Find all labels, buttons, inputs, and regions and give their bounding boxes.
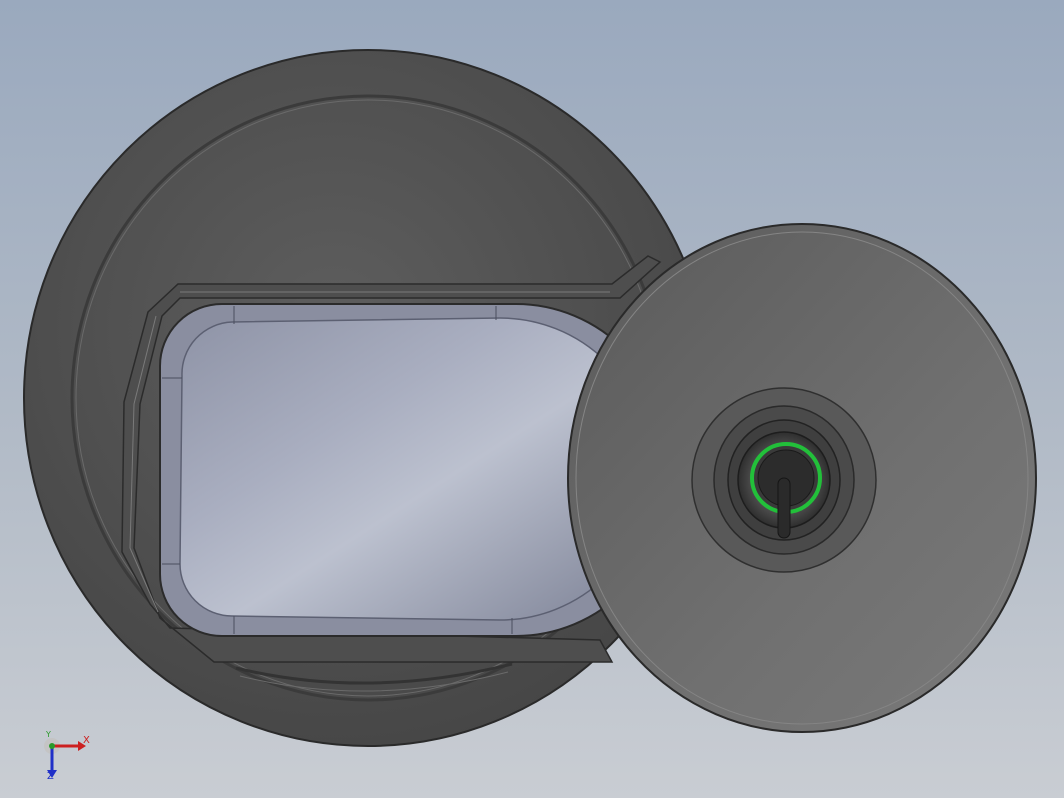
graphics-viewport[interactable]: X Y Z: [0, 0, 1064, 798]
y-axis-label: Y: [46, 730, 51, 739]
x-axis-label: X: [83, 735, 90, 746]
indicator-knob[interactable]: [691, 387, 877, 573]
coordinate-triad: X Y Z: [40, 730, 100, 785]
model-view[interactable]: [0, 0, 1064, 798]
z-axis-label: Z: [47, 771, 54, 782]
knob-pointer: [777, 477, 791, 539]
